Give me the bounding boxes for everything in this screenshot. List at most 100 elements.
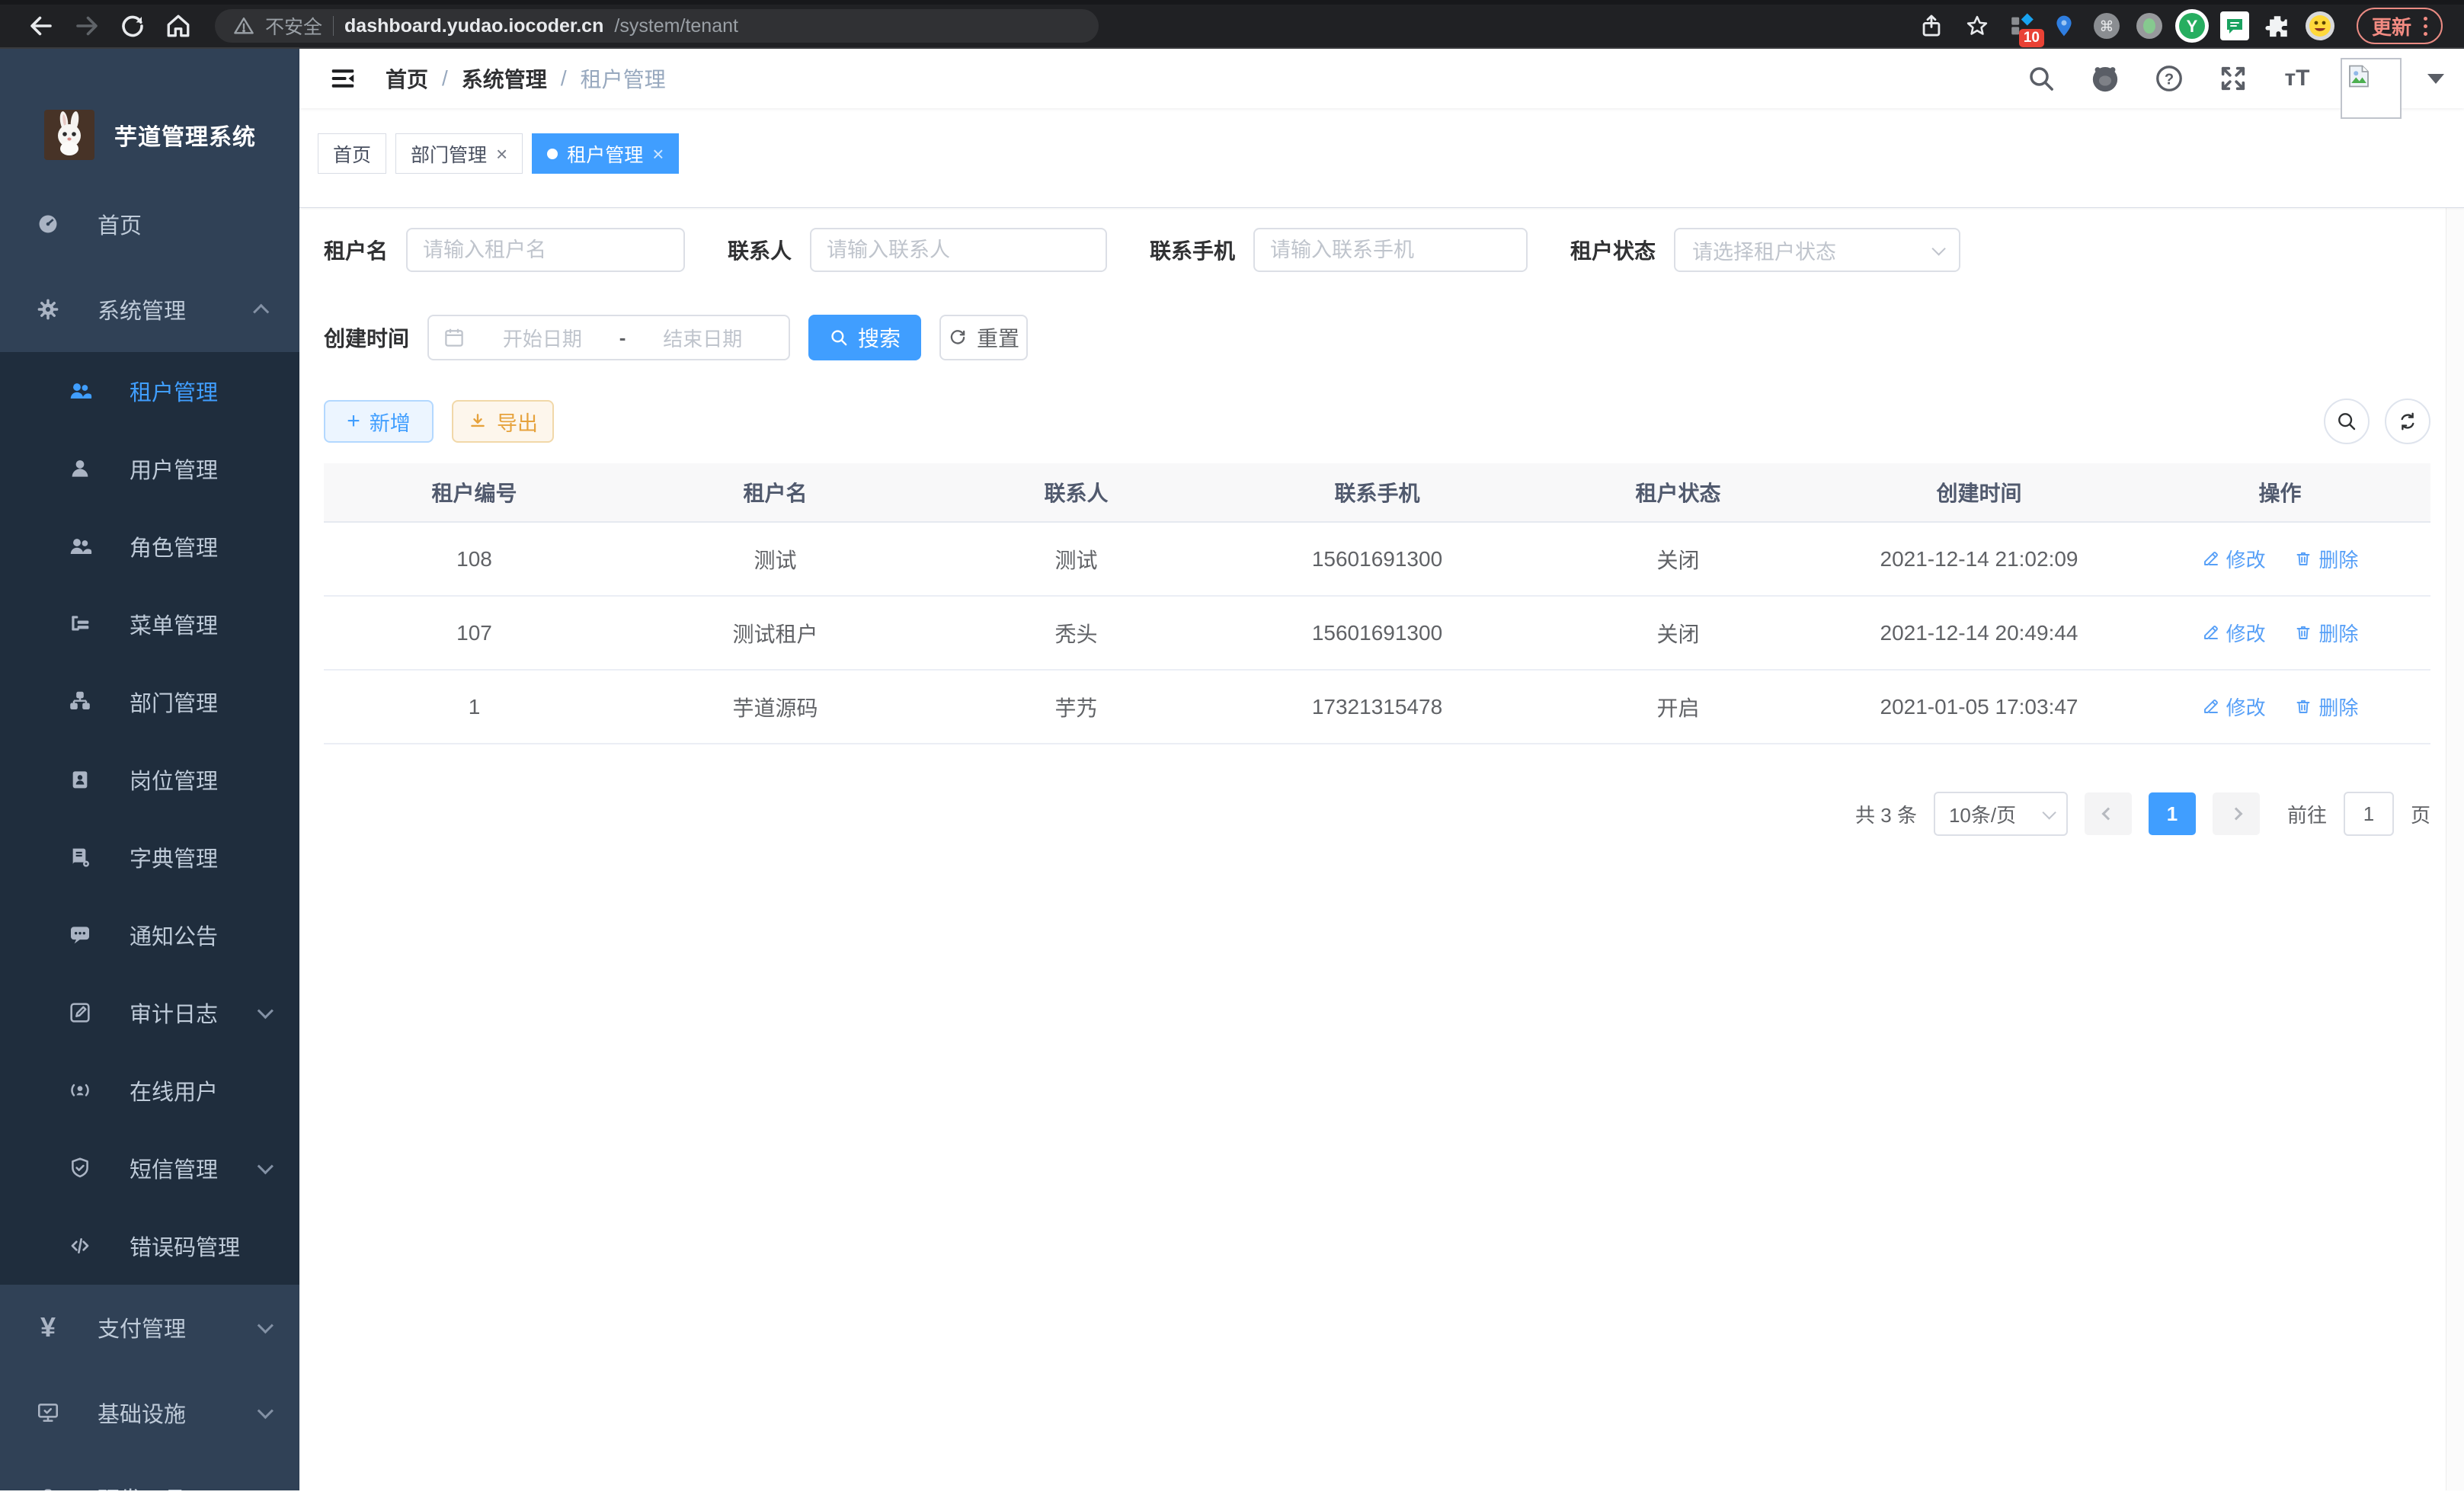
- app-logo[interactable]: 芋道管理系统: [0, 49, 299, 160]
- close-icon[interactable]: ×: [496, 144, 507, 164]
- sidebar-item-post[interactable]: 岗位管理: [0, 741, 299, 818]
- address-bar[interactable]: 不安全 dashboard.yudao.iocoder.cn/system/te…: [215, 9, 1099, 43]
- help-icon[interactable]: ?: [2149, 58, 2190, 99]
- search-button[interactable]: 搜索: [808, 315, 921, 360]
- online-user-icon: [67, 1078, 93, 1103]
- table-toolbar: + 新增 导出: [324, 399, 2430, 444]
- col-tenant-id: 租户编号: [324, 463, 625, 522]
- browser-menu-icon[interactable]: [2424, 17, 2427, 36]
- y-glyph: Y: [2187, 17, 2198, 36]
- close-icon[interactable]: ×: [652, 144, 664, 164]
- delete-link[interactable]: 删除: [2294, 619, 2358, 647]
- back-icon[interactable]: [21, 6, 61, 46]
- sidebar-collapse-icon[interactable]: [320, 56, 366, 101]
- edit-link[interactable]: 修改: [2202, 545, 2266, 573]
- export-button[interactable]: 导出: [452, 400, 554, 443]
- sidebar-item-role[interactable]: 角色管理: [0, 507, 299, 585]
- header-search-icon[interactable]: [2021, 58, 2062, 99]
- sidebar-item-error-code[interactable]: 错误码管理: [0, 1207, 299, 1285]
- tenant-name-input[interactable]: [406, 228, 685, 272]
- sidebar-item-menu-mgmt[interactable]: 菜单管理: [0, 585, 299, 663]
- status-select[interactable]: 请选择租户状态: [1674, 228, 1960, 272]
- goto-page-input[interactable]: [2344, 792, 2394, 836]
- sidebar-item-sms[interactable]: 短信管理: [0, 1129, 299, 1207]
- tag-dept[interactable]: 部门管理 ×: [395, 133, 523, 174]
- col-contact: 联系人: [926, 463, 1227, 522]
- avatar[interactable]: [2341, 58, 2402, 119]
- github-icon[interactable]: [2085, 58, 2126, 99]
- edit-link[interactable]: 修改: [2202, 619, 2266, 647]
- sidebar-item-audit-log[interactable]: 审计日志: [0, 974, 299, 1052]
- question-glyph: ?: [2165, 71, 2174, 88]
- sidebar-item-payment[interactable]: ¥ 支付管理: [0, 1285, 299, 1370]
- chevron-up-icon: [253, 303, 269, 319]
- announcement-icon: [67, 923, 93, 947]
- delete-link[interactable]: 删除: [2294, 693, 2358, 721]
- chevron-down-icon: [258, 1158, 274, 1174]
- sidebar-menu: 首页 系统管理 租户管理: [0, 181, 299, 1490]
- sidebar-item-online-user[interactable]: 在线用户: [0, 1052, 299, 1129]
- sidebar-item-dept[interactable]: 部门管理: [0, 663, 299, 741]
- navbar-actions: ? тT: [2021, 38, 2464, 119]
- sidebar-item-tenant[interactable]: 租户管理: [0, 352, 299, 430]
- mobile-label: 联系手机: [1150, 235, 1235, 265]
- page-1-button[interactable]: 1: [2149, 792, 2196, 835]
- reset-button[interactable]: 重置: [939, 315, 1028, 360]
- refresh-table-button[interactable]: [2385, 399, 2430, 444]
- sidebar: 芋道管理系统 首页 系统管理 租: [0, 49, 299, 1490]
- avatar-caret-icon[interactable]: [2427, 74, 2444, 84]
- mobile-input[interactable]: [1253, 228, 1528, 272]
- total-count: 共 3 条: [1855, 800, 1917, 828]
- sidebar-item-system[interactable]: 系统管理: [0, 267, 299, 352]
- reload-icon[interactable]: [113, 6, 152, 46]
- trash-icon: [2294, 623, 2312, 642]
- gear-icon: [35, 297, 61, 322]
- tag-tenant[interactable]: 租户管理 ×: [532, 133, 679, 174]
- calendar-icon: [443, 326, 466, 349]
- edit-pencil-icon: [2202, 549, 2220, 568]
- next-page-button[interactable]: [2213, 792, 2260, 835]
- goto-label: 前往: [2287, 800, 2327, 828]
- table-row: 1 芋道源码 芋艿 17321315478 开启 2021-01-05 17:0…: [324, 670, 2430, 744]
- prev-page-button[interactable]: [2085, 792, 2132, 835]
- chevron-down-icon: [258, 1317, 274, 1333]
- sidebar-item-notice[interactable]: 通知公告: [0, 896, 299, 974]
- breadcrumb-home[interactable]: 首页: [386, 63, 428, 94]
- badge-icon: [67, 767, 93, 792]
- sidebar-item-infrastructure[interactable]: 基础设施: [0, 1370, 299, 1455]
- url-host: dashboard.yudao.iocoder.cn: [344, 15, 603, 37]
- add-button[interactable]: + 新增: [324, 400, 434, 443]
- breadcrumb: 首页 / 系统管理 / 租户管理: [386, 63, 666, 94]
- update-label: 更新: [2372, 12, 2411, 40]
- dictionary-icon: [67, 845, 93, 869]
- delete-link[interactable]: 删除: [2294, 545, 2358, 573]
- sidebar-item-dict[interactable]: 字典管理: [0, 818, 299, 896]
- col-created: 创建时间: [1829, 463, 2130, 522]
- sidebar-item-home[interactable]: 首页: [0, 181, 299, 267]
- chevron-down-icon: [258, 1488, 274, 1490]
- org-tree-icon: [67, 690, 93, 714]
- create-time-range-picker[interactable]: 开始日期 - 结束日期: [427, 315, 790, 360]
- home-icon[interactable]: [158, 6, 198, 46]
- search-icon: [2335, 410, 2358, 433]
- tag-home[interactable]: 首页: [318, 133, 386, 174]
- font-size-icon[interactable]: тT: [2277, 58, 2318, 99]
- forward-icon[interactable]: [67, 6, 107, 46]
- edit-link[interactable]: 修改: [2202, 693, 2266, 721]
- show-search-toggle-button[interactable]: [2324, 399, 2370, 444]
- chevron-down-icon: [258, 1003, 274, 1019]
- contact-input[interactable]: [810, 228, 1107, 272]
- bookmark-star-icon[interactable]: [1957, 6, 1997, 46]
- scrollbar-track[interactable]: [2446, 49, 2464, 1490]
- sidebar-item-dev-tools[interactable]: 研发工具: [0, 1455, 299, 1490]
- fullscreen-icon[interactable]: [2213, 58, 2254, 99]
- refresh-icon: [2396, 410, 2419, 433]
- chevron-down-icon: [258, 1403, 274, 1419]
- breadcrumb-system[interactable]: 系统管理: [462, 63, 547, 94]
- status-badge: 开启: [1528, 670, 1829, 744]
- security-warning-icon: [233, 15, 254, 37]
- share-icon[interactable]: [1912, 6, 1951, 46]
- page-size-select[interactable]: 10条/页: [1934, 792, 2068, 836]
- sidebar-item-user[interactable]: 用户管理: [0, 430, 299, 507]
- dashboard-icon: [35, 212, 61, 236]
